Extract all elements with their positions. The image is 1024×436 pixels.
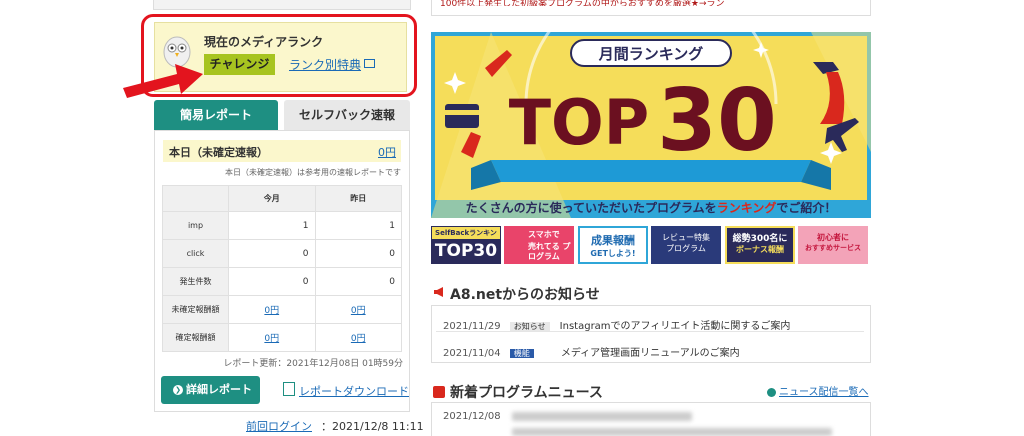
header-blank: [162, 185, 229, 212]
notice-tag: お知らせ: [509, 322, 550, 331]
row-label: 未確定報酬額: [162, 295, 229, 324]
banner-caption-a: たくさんの方に使っていただいたプログラムを: [466, 200, 717, 215]
tab-simple-report[interactable]: 簡易レポート: [154, 100, 278, 130]
mini-banner-beginner[interactable]: 初心者に おすすめサービス: [798, 226, 868, 264]
row-label: 発生件数: [162, 267, 229, 296]
banner-headline-30: 30: [657, 71, 777, 171]
row-label: imp: [162, 211, 229, 240]
banner-caption-c: でご紹介！: [776, 200, 836, 215]
mini-banner-top: 初心者に: [817, 233, 849, 242]
cell-yesterday-link[interactable]: 0円: [314, 323, 402, 352]
table-row: click 0 0: [162, 239, 402, 268]
notice-heading: A8.netからのお知らせ: [450, 287, 600, 303]
today-value-link[interactable]: 0円: [378, 144, 396, 160]
header-month: 今月: [228, 185, 316, 212]
cell-month-link[interactable]: 0円: [228, 323, 316, 352]
blurred-text: [512, 412, 692, 421]
mini-banner-reward[interactable]: 成果報酬 GETしよう!: [578, 226, 648, 264]
today-note: 本日（未確定速報）は参考用の速報レポートです: [225, 168, 401, 177]
news-icon: [433, 386, 445, 398]
last-login-link[interactable]: 前回ログイン: [246, 418, 312, 434]
cell-yesterday: 1: [314, 211, 402, 240]
notice-tag: 機能: [509, 349, 534, 358]
mini-banner-bonus[interactable]: 総勢300名に ボーナス報酬: [725, 226, 795, 264]
blurred-text: [512, 428, 832, 436]
today-label: 本日（未確定速報）: [169, 146, 268, 159]
top-strip: [153, 0, 411, 10]
cell-month: 1: [228, 211, 316, 240]
mini-banner-main: プログラム: [666, 244, 706, 253]
chevron-right-icon: ❯: [173, 385, 183, 395]
cell-yesterday: 0: [314, 239, 402, 268]
mini-banner-top: 成果報酬: [591, 234, 635, 247]
red-arrow-icon: [123, 64, 203, 98]
megaphone-icon: [434, 287, 443, 297]
detail-report-label: 詳細レポート: [186, 383, 252, 396]
banner-ribbon: 月間ランキング: [598, 45, 704, 63]
news-list-label: ニュース配信一覧へ: [779, 387, 869, 398]
detail-report-button[interactable]: ❯ 詳細レポート: [161, 376, 260, 404]
top-notice-link[interactable]: 100件以上発生した初級案プログラムの中からおすすめを厳選★→ラン: [440, 0, 725, 6]
cell-yesterday-link[interactable]: 0円: [314, 295, 402, 324]
mini-banner-main: TOP30: [434, 241, 498, 261]
program-date: 2021/12/08: [443, 411, 501, 422]
mini-banner-top: SelfBackランキング: [432, 227, 500, 249]
news-list-link[interactable]: ニュース配信一覧へ: [767, 383, 869, 398]
mini-banner-top: スマホで: [528, 230, 560, 239]
mini-banner-main: ボーナス報酬: [736, 245, 784, 254]
table-header-row: 今月 昨日: [162, 185, 402, 212]
mini-banner-top: 総勢300名に: [732, 234, 788, 244]
table-row: 未確定報酬額 0円 0円: [162, 295, 402, 324]
table-row: imp 1 1: [162, 211, 402, 240]
cell-month: 0: [228, 239, 316, 268]
divider: [436, 331, 864, 332]
banner-caption-b: ランキング: [717, 200, 777, 215]
header-yesterday: 昨日: [314, 185, 402, 212]
notice-text: メディア管理画面リニューアルのご案内: [560, 348, 740, 359]
svg-text:たくさんの方に使っていただいたプログラムをランキングでご紹介: たくさんの方に使っていただいたプログラムをランキングでご紹介！: [466, 200, 837, 215]
report-updated: レポート更新：2021年12月08日 01時59分: [223, 359, 403, 369]
program-news-heading: 新着プログラムニュース: [450, 385, 603, 401]
download-icon: [283, 382, 295, 396]
chevron-right-icon: [767, 387, 776, 397]
row-label: 確定報酬額: [162, 323, 229, 352]
report-table: 今月 昨日 imp 1 1 click 0 0 発生件数 0 0 未確定報酬額 …: [162, 185, 402, 352]
mini-banner-main: GETしよう!: [590, 249, 636, 258]
mini-banner-smartphone[interactable]: スマホで 売れてる プログラム: [504, 226, 574, 264]
list-item[interactable]: 2021/11/04 機能 メディア管理画面リニューアルのご案内: [443, 341, 740, 361]
cell-month-link[interactable]: 0円: [228, 295, 316, 324]
table-row: 発生件数 0 0: [162, 267, 402, 296]
report-download-link[interactable]: レポートダウンロード: [299, 383, 409, 399]
row-label: click: [162, 239, 229, 268]
notice-date: 2021/11/04: [443, 348, 501, 359]
cell-yesterday: 0: [314, 267, 402, 296]
banner-headline-top: TOP: [509, 86, 649, 159]
last-login-value: ：2021/12/8 11:11: [321, 420, 424, 433]
tab-selfback-report[interactable]: セルフバック速報: [284, 100, 410, 130]
cell-month: 0: [228, 267, 316, 296]
mini-banner-main: おすすめサービス: [805, 244, 861, 252]
mini-banner-review[interactable]: レビュー特集 プログラム: [651, 226, 721, 264]
mini-banner-top: レビュー特集: [662, 233, 710, 242]
mini-banner-main: 売れてる プログラム: [528, 242, 571, 261]
ranking-banner[interactable]: 月間ランキング TOP 30 たくさんの方に使っていただいたプログラムをランキン…: [431, 32, 871, 218]
table-row: 確定報酬額 0円 0円: [162, 323, 402, 352]
mini-banner-selfback[interactable]: SelfBackランキング TOP30: [431, 226, 501, 264]
